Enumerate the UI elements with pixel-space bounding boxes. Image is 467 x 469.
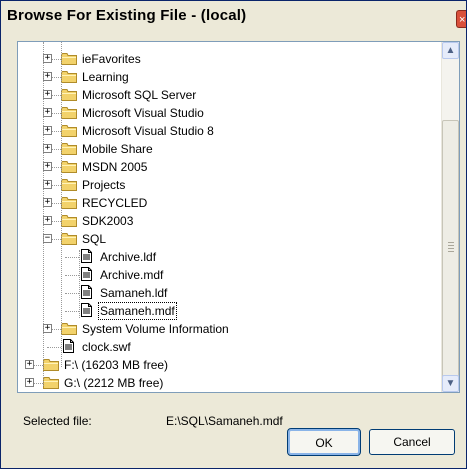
expand-icon[interactable]: + [25,360,34,369]
tree-item-label: System Volume Information [82,322,229,336]
expand-icon[interactable]: + [43,180,52,189]
folder-icon [61,323,77,335]
expand-icon[interactable]: + [25,378,34,387]
folder-icon [61,179,77,191]
folder-icon [61,89,77,101]
collapse-icon[interactable]: − [43,234,52,243]
tree-item[interactable]: + SDK2003 [18,212,438,230]
tree-connector [47,347,61,348]
tree-item[interactable]: + Mobile Share [18,140,438,158]
tree-item-label: RECYCLED [82,196,148,210]
tree-item[interactable]: Samaneh.mdf [18,302,438,320]
cancel-button[interactable]: Cancel [369,429,455,455]
tree-item-label: F:\ (16203 MB free) [64,358,169,372]
folder-icon [61,71,77,83]
selected-file-value: E:\SQL\Samaneh.mdf [166,414,283,428]
expand-icon[interactable]: + [43,72,52,81]
tree-connector [65,257,79,258]
tree-item[interactable]: Archive.mdf [18,266,438,284]
expand-icon[interactable]: + [43,90,52,99]
tree-item[interactable]: + Learning [18,68,438,86]
tree-item-label: ieFavorites [82,52,141,66]
tree-item-label: Learning [82,70,129,84]
tree-item[interactable]: + Projects [18,176,438,194]
tree-item-label: Mobile Share [82,142,153,156]
file-icon [81,303,92,317]
tree-item-label: Microsoft Visual Studio 8 [82,124,214,138]
tree-item-label: SDK2003 [82,214,134,228]
close-button[interactable]: × [456,10,466,28]
folder-icon [61,233,77,245]
scroll-up-button[interactable]: ▲ [442,42,459,59]
folder-icon [61,107,77,119]
file-icon [81,249,92,263]
arrow-down-icon: ▼ [445,378,456,389]
tree-item-label: MSDN 2005 [82,160,148,174]
expand-icon[interactable]: + [43,216,52,225]
tree-item[interactable]: Archive.ldf [18,248,438,266]
file-icon [81,267,92,281]
expand-icon[interactable]: + [43,324,52,333]
tree-item-label: Projects [82,178,126,192]
tree-item[interactable]: + F:\ (16203 MB free) [18,356,438,374]
tree-guide-line [43,42,44,386]
ok-button[interactable]: OK [287,428,361,456]
expand-icon[interactable]: + [43,144,52,153]
tree-item[interactable]: + Microsoft SQL Server [18,86,438,104]
expand-icon[interactable]: + [43,198,52,207]
expand-icon[interactable]: + [43,54,52,63]
dialog-title: Browse For Existing File - (local) [7,7,247,24]
drive-folder-icon [43,359,59,371]
tree-item[interactable]: clock.swf [18,338,438,356]
drive-folder-icon [43,377,59,389]
tree-item-label: Archive.ldf [100,250,157,264]
tree-item[interactable]: + Microsoft Visual Studio [18,104,438,122]
tree-item[interactable]: + Microsoft Visual Studio 8 [18,122,438,140]
tree-item[interactable]: Samaneh.ldf [18,284,438,302]
tree-item[interactable]: + MSDN 2005 [18,158,438,176]
tree-item[interactable]: + ieFavorites [18,50,438,68]
expand-icon[interactable]: + [43,108,52,117]
tree-item-label: Microsoft SQL Server [82,88,197,102]
scroll-thumb[interactable] [442,120,459,384]
tree-item-label: Microsoft Visual Studio [82,106,204,120]
file-icon [63,339,74,353]
tree-guide-line [79,250,80,318]
folder-icon [61,125,77,137]
tree-item-label: Archive.mdf [100,268,164,282]
tree-item-label: SQL [82,232,107,246]
expand-icon[interactable]: + [43,162,52,171]
tree-item-label-selected: Samaneh.mdf [98,302,177,320]
tree-item[interactable]: + System Volume Information [18,320,438,338]
browse-dialog: Browse For Existing File - (local) × + G:… [0,0,467,469]
folder-icon [61,197,77,209]
file-icon [81,285,92,299]
scroll-down-button[interactable]: ▼ [442,375,459,392]
tree-item-label: clock.swf [82,340,131,354]
selected-file-label: Selected file: [23,414,92,428]
vertical-scrollbar[interactable]: ▲ ▼ [441,42,459,392]
tree-guide-line [61,42,62,367]
folder-icon [61,215,77,227]
title-bar[interactable]: Browse For Existing File - (local) × [1,1,466,31]
tree-item-label: G:\ (2212 MB free) [64,376,164,390]
tree-item-label: Samaneh.ldf [100,286,168,300]
file-tree[interactable]: + G:\ (2212 MB free) + F:\ (16203 MB free) c… [17,41,460,393]
tree-item[interactable]: + RECYCLED [18,194,438,212]
tree-item[interactable]: + G:\ (2212 MB free) [18,374,438,392]
folder-icon [61,53,77,65]
arrow-up-icon: ▲ [445,45,456,56]
tree-connector [65,275,79,276]
folder-icon [61,143,77,155]
close-icon: × [459,14,466,26]
grip-icon [448,242,454,254]
tree-item[interactable]: − SQL [18,230,438,248]
expand-icon[interactable]: + [43,126,52,135]
tree-connector [65,293,79,294]
tree-connector [65,311,79,312]
folder-icon [61,161,77,173]
